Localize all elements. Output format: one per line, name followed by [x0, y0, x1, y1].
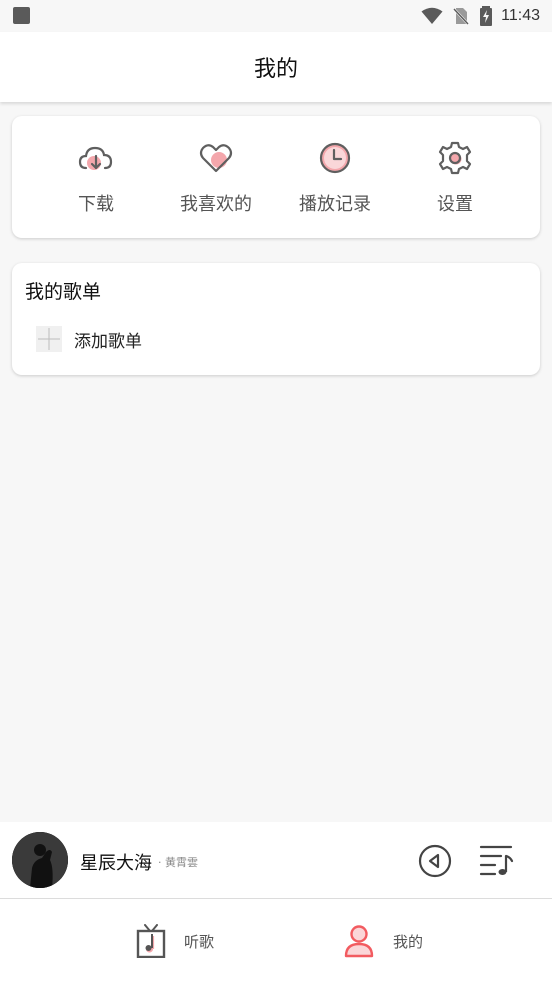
nav-mine-label: 我的 [393, 932, 424, 951]
nav-listen[interactable]: 听歌 [136, 921, 214, 961]
wifi-icon [421, 7, 443, 24]
music-queue-icon [479, 845, 514, 876]
history-label: 播放记录 [299, 194, 371, 215]
quick-actions-card: 下载 我喜欢的 播放记录 设置 [12, 116, 540, 238]
status-bar: 11:43 [0, 0, 552, 32]
settings-label: 设置 [437, 194, 473, 215]
mini-player[interactable]: 星辰大海 · 黄霄雲 [0, 822, 552, 898]
page-title: 我的 [253, 57, 298, 82]
playlist-queue-button[interactable] [479, 842, 515, 882]
favorites-label: 我喜欢的 [180, 194, 252, 215]
music-tv-icon [136, 924, 166, 958]
battery-icon [480, 6, 493, 26]
play-button[interactable] [418, 844, 452, 882]
playlists-title: 我的歌单 [25, 281, 102, 303]
download-button[interactable]: 下载 [36, 138, 156, 228]
add-playlist-label: 添加歌单 [74, 331, 142, 352]
plus-icon [36, 326, 62, 352]
bottom-nav: 听歌 我的 [0, 898, 552, 983]
album-cover[interactable] [12, 832, 68, 888]
nav-listen-label: 听歌 [184, 932, 215, 951]
no-sim-icon [453, 8, 470, 25]
song-title: 星辰大海 [80, 853, 152, 874]
add-playlist-button[interactable]: 添加歌单 [36, 325, 142, 353]
gear-icon [438, 141, 472, 175]
status-time: 11:43 [501, 7, 540, 24]
play-circle-icon [418, 844, 452, 878]
download-label: 下载 [78, 194, 114, 215]
notification-icon [13, 7, 30, 24]
status-icons: 11:43 [421, 5, 540, 27]
settings-button[interactable]: 设置 [395, 138, 515, 228]
person-icon [344, 925, 374, 958]
favorites-button[interactable]: 我喜欢的 [156, 138, 276, 228]
top-bar: 我的 [0, 32, 552, 102]
heart-icon [199, 144, 233, 173]
playlists-card: 我的歌单 添加歌单 [12, 263, 540, 375]
nav-mine[interactable]: 我的 [343, 921, 423, 961]
cloud-download-icon [78, 146, 113, 170]
clock-icon [319, 142, 351, 174]
history-button[interactable]: 播放记录 [275, 138, 395, 228]
song-artist: · 黄霄雲 [158, 856, 198, 869]
